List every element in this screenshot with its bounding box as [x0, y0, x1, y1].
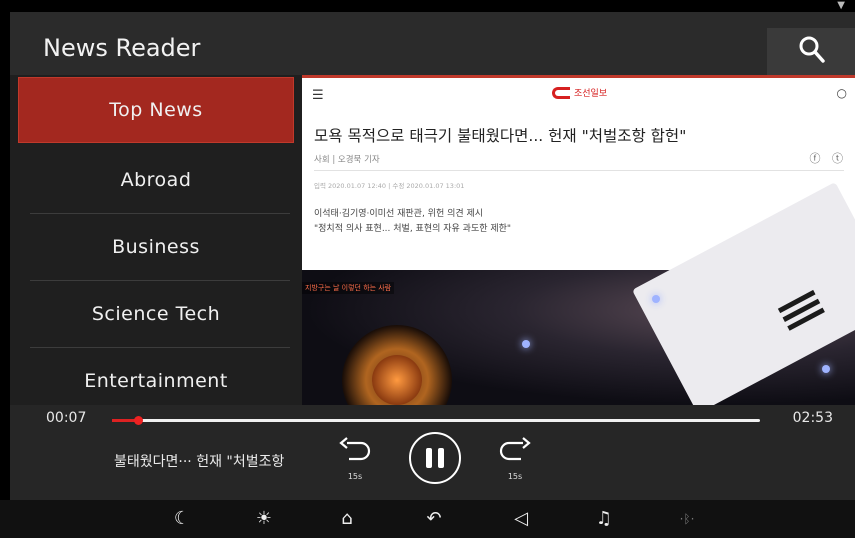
progress-thumb[interactable]	[133, 416, 143, 425]
pause-button[interactable]	[409, 432, 461, 484]
app-title: News Reader	[43, 34, 201, 62]
photo-light	[822, 365, 830, 373]
newspaper-logo: 조선일보	[552, 86, 607, 99]
now-playing-title: 불태웠다면··· 헌재 "처벌조항	[114, 454, 285, 470]
search-icon	[799, 36, 825, 63]
category-science-tech[interactable]: Science Tech	[18, 281, 294, 347]
back-icon[interactable]: ↶	[420, 506, 448, 532]
divider	[314, 170, 844, 171]
volume-icon[interactable]: ◁	[507, 506, 535, 532]
skip-back-label: 15s	[347, 472, 363, 481]
category-sidebar: Top News Abroad Business Science Tech En…	[10, 75, 302, 405]
category-top-news[interactable]: Top News	[18, 77, 294, 143]
photo-caption: 지방구는 날 이렇던 하는 사람	[302, 282, 395, 294]
article-datetime: 입력 2020.01.07 12:40 | 수정 2020.01.07 13:0…	[314, 182, 465, 190]
category-abroad[interactable]: Abroad	[18, 147, 294, 213]
audio-player: 00:07 02:53 불태웠다면··· 헌재 "처벌조항 15s 15s	[10, 405, 855, 500]
current-time: 00:07	[46, 410, 87, 426]
bluetooth-icon[interactable]: ·ᛒ·	[673, 506, 701, 532]
skip-forward-label: 15s	[507, 472, 523, 481]
progress-slider[interactable]	[112, 416, 760, 425]
app-bar: News Reader	[10, 12, 855, 75]
home-icon[interactable]: ⌂	[333, 506, 361, 532]
article-summary-line: 이석태·김기영·이미선 재판관, 위헌 의견 제시	[314, 209, 484, 219]
article-search-icon[interactable]: ○	[837, 86, 847, 100]
article-headline: 모욕 목적으로 태극기 불태웠다면... 헌재 "처벌조항 합헌"	[314, 127, 687, 145]
pause-icon	[426, 448, 444, 468]
article-photo: 지방구는 날 이렇던 하는 사람	[302, 182, 855, 405]
article-byline: 사회 | 오경묵 기자	[314, 155, 380, 165]
skip-back-button[interactable]: 15s	[337, 435, 373, 483]
article-summary-line: "정치적 의사 표현... 처벌, 표현의 자유 과도한 제한"	[314, 224, 512, 234]
system-nav-bar: ☾ ☀ ⌂ ↶ ◁ ♫ ·ᛒ·	[0, 500, 855, 538]
brightness-icon[interactable]: ☀	[250, 506, 278, 532]
category-business[interactable]: Business	[18, 214, 294, 280]
search-button[interactable]	[767, 28, 855, 75]
photo-light	[522, 340, 530, 348]
headphones-icon[interactable]: ♫	[590, 506, 618, 532]
logo-mark-icon	[552, 86, 570, 99]
night-mode-icon[interactable]: ☾	[168, 506, 196, 532]
photo-flame	[372, 355, 422, 405]
rewind-icon	[339, 437, 371, 461]
article-view[interactable]: ☰ 조선일보 ○ 모욕 목적으로 태극기 불태웠다면... 헌재 "처벌조항 합…	[302, 75, 855, 405]
photo-light	[652, 295, 660, 303]
skip-forward-button[interactable]: 15s	[497, 435, 533, 483]
share-icons[interactable]: ⓕ ⓣ	[810, 150, 848, 166]
total-time: 02:53	[792, 410, 833, 426]
status-bar: ▼	[0, 0, 855, 12]
forward-icon	[499, 437, 531, 461]
menu-icon[interactable]: ☰	[312, 88, 324, 103]
logo-text: 조선일보	[574, 89, 608, 99]
wifi-icon: ▼	[837, 0, 845, 11]
